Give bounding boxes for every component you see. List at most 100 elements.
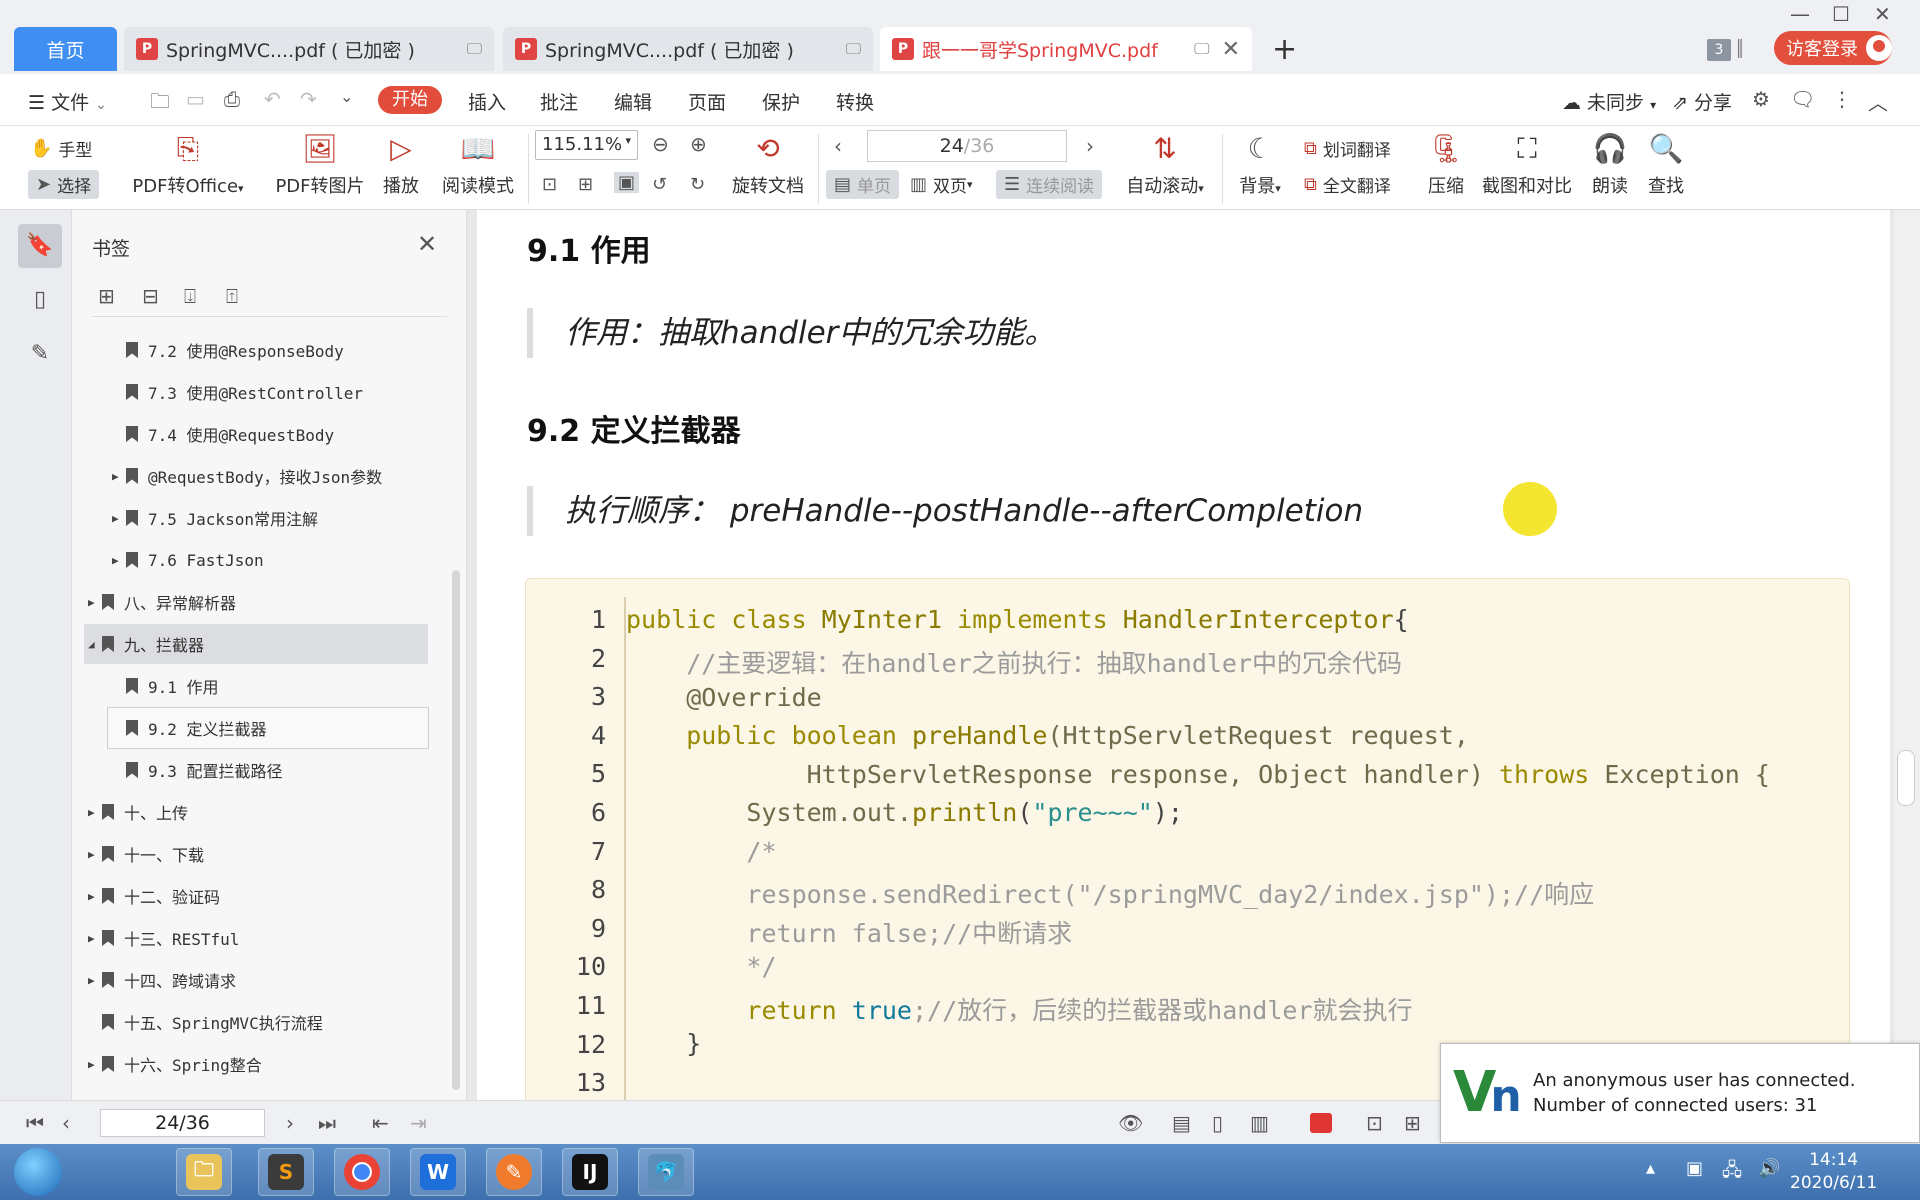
close-window-icon[interactable]: ✕	[1874, 2, 1891, 26]
full-translate-button[interactable]: ⧉ 全文翻译	[1304, 172, 1391, 197]
menu-protect[interactable]: 保护	[762, 88, 800, 115]
tab-document-1[interactable]: P SpringMVC....pdf ( 已加密 ) 🖵	[124, 27, 494, 71]
add-bookmark-icon[interactable]: ⍗	[184, 284, 196, 308]
system-clock[interactable]: 14:14 2020/6/11	[1790, 1149, 1877, 1195]
rotate-document-button[interactable]: ⟲ 旋转文档	[730, 130, 806, 198]
menu-start[interactable]: 开始	[378, 86, 442, 114]
close-tab-icon[interactable]: ✕	[1222, 37, 1240, 62]
bookmark-item[interactable]: ▶ 十一、下载	[84, 834, 428, 874]
first-page-icon[interactable]: ⏮	[26, 1111, 44, 1135]
eye-icon[interactable]: 👁	[1118, 1111, 1143, 1135]
tab-home[interactable]: 首页	[14, 27, 117, 71]
save-icon[interactable]: ▭	[186, 87, 205, 111]
tray-app-icon[interactable]: ▣	[1686, 1158, 1703, 1179]
zoom-select[interactable]: 115.11% ▾	[535, 130, 638, 160]
expand-all-icon[interactable]: ⊞	[98, 284, 115, 308]
network-icon[interactable]: 🖧	[1722, 1158, 1742, 1188]
menu-insert[interactable]: 插入	[468, 88, 506, 115]
tab-count-badge[interactable]: 3	[1707, 39, 1731, 61]
expand-arrow-icon[interactable]: ▶	[88, 1058, 102, 1071]
bookmark-item[interactable]: ▶ 十六、Spring整合	[84, 1044, 428, 1084]
bookmark-item[interactable]: 十五、SpringMVC执行流程	[84, 1002, 428, 1042]
bookmark-item[interactable]: ▶ 十二、验证码	[84, 876, 428, 916]
find-button[interactable]: 🔍 查找	[1644, 130, 1688, 198]
read-mode-button[interactable]: 📖 阅读模式	[436, 130, 520, 198]
bookmark-panel-icon[interactable]: 🔖	[18, 224, 62, 268]
zoom-in-icon[interactable]: ⊕	[690, 132, 707, 156]
single-page-button[interactable]: ▤ 单页	[826, 170, 900, 199]
background-button[interactable]: ☾ 背景▾	[1234, 130, 1286, 198]
fit-page-icon[interactable]: ⊞	[1404, 1111, 1421, 1135]
compress-button[interactable]: 🗜 压缩	[1424, 130, 1468, 198]
double-page-button[interactable]: ▥ 双页 ▾	[910, 172, 973, 197]
login-button[interactable]: 访客登录	[1774, 31, 1892, 65]
scrollbar-thumb[interactable]	[1897, 750, 1915, 806]
wps-icon[interactable]: W	[410, 1148, 466, 1196]
bookmark-item[interactable]: 9.2 定义拦截器	[107, 707, 429, 749]
new-tab-icon[interactable]: +	[1272, 32, 1297, 67]
prev-page-icon[interactable]: ‹	[62, 1111, 70, 1135]
double-page-view-icon[interactable]: ▥	[1250, 1111, 1269, 1135]
next-page-icon[interactable]: ›	[286, 1111, 294, 1135]
tab-list-icon[interactable]: ║	[1735, 39, 1745, 58]
print-icon[interactable]: ⎙	[224, 87, 240, 111]
pdf-to-image-button[interactable]: 🖼 PDF转图片	[272, 130, 368, 198]
bookmark-item[interactable]: ◢ 九、拦截器	[84, 624, 428, 664]
last-page-icon[interactable]: ⏭	[318, 1111, 336, 1135]
bookmark-item[interactable]: 9.3 配置拦截路径	[108, 750, 428, 790]
forward-icon[interactable]: ⇥	[410, 1111, 427, 1135]
maximize-icon[interactable]: ☐	[1832, 2, 1850, 26]
expand-arrow-icon[interactable]: ▶	[112, 554, 126, 567]
word-translate-button[interactable]: ⧉ 划词翻译	[1304, 136, 1391, 161]
settings-icon[interactable]: ⚙	[1752, 87, 1770, 111]
monitor-icon[interactable]: 🖵	[836, 39, 861, 59]
expand-arrow-icon[interactable]: ▶	[112, 470, 126, 483]
tray-expand-icon[interactable]: ▴	[1646, 1158, 1655, 1179]
tab-document-3[interactable]: P 跟一一哥学SpringMVC.pdf 🖵 ✕	[880, 27, 1252, 71]
tab-document-2[interactable]: P SpringMVC....pdf ( 已加密 ) 🖵	[503, 27, 873, 71]
volume-icon[interactable]: 🔊	[1758, 1158, 1780, 1179]
pdf-to-office-button[interactable]: ⎘ PDF转Office▾	[128, 130, 248, 198]
status-page-input[interactable]: 24/36	[100, 1109, 265, 1137]
play-button[interactable]: ▷ 播放	[378, 130, 424, 198]
actual-size-icon[interactable]: ⊡	[1366, 1111, 1383, 1135]
bookmark-item[interactable]: ▶ 八、异常解析器	[84, 582, 428, 622]
menu-convert[interactable]: 转换	[836, 88, 874, 115]
screenshot-compare-button[interactable]: ⛶ 截图和对比	[1480, 130, 1574, 198]
play-icon[interactable]	[1310, 1113, 1332, 1133]
sublime-text-icon[interactable]: S	[258, 1148, 314, 1196]
chrome-icon[interactable]	[334, 1148, 390, 1196]
bookmark-item[interactable]: 9.1 作用	[108, 666, 428, 706]
bookmark-item[interactable]: ▶ @RequestBody，接收Json参数	[108, 456, 428, 496]
expand-arrow-icon[interactable]: ▶	[112, 512, 126, 525]
file-explorer-icon[interactable]: 🗀	[176, 1148, 232, 1196]
expand-arrow-icon[interactable]: ▶	[88, 890, 102, 903]
open-file-icon[interactable]: 🗀	[150, 87, 170, 121]
bookmark-item[interactable]: 7.4 使用@RequestBody	[108, 414, 428, 454]
menu-file[interactable]: ☰ 文件 ⌄	[28, 88, 107, 115]
rotate-left-icon[interactable]: ↺	[652, 174, 667, 195]
monitor-icon[interactable]: 🖵	[457, 39, 482, 59]
select-tool-button[interactable]: ➤ 选择	[28, 170, 100, 199]
continuous-read-button[interactable]: ☰ 连续阅读	[996, 170, 1103, 199]
expand-arrow-icon[interactable]: ▶	[88, 974, 102, 987]
bookmark-scrollbar[interactable]	[452, 570, 460, 1090]
single-page-view-icon[interactable]: ▤	[1172, 1111, 1191, 1135]
actual-size-icon[interactable]: ⊡	[542, 174, 557, 195]
back-icon[interactable]: ⇤	[372, 1111, 389, 1135]
bookmark-item[interactable]: ▶ 十三、RESTful	[84, 918, 428, 958]
menu-page[interactable]: 页面	[688, 88, 726, 115]
close-icon[interactable]: ✕	[417, 230, 437, 258]
annotation-panel-icon[interactable]: ✎	[18, 332, 62, 376]
auto-scroll-button[interactable]: ⇅ 自动滚动▾	[1120, 130, 1210, 198]
expand-arrow-icon[interactable]: ▶	[88, 806, 102, 819]
mysql-icon[interactable]: 🐬	[638, 1148, 694, 1196]
intellij-icon[interactable]: IJ	[562, 1148, 618, 1196]
message-icon[interactable]: 🗨	[1790, 87, 1815, 111]
sync-status[interactable]: ☁ 未同步 ▾	[1562, 88, 1656, 115]
bookmark-item[interactable]: ▶ 十四、跨域请求	[84, 960, 428, 1000]
minimize-icon[interactable]: —	[1790, 2, 1810, 26]
expand-arrow-icon[interactable]: ▶	[88, 932, 102, 945]
start-button-icon[interactable]	[14, 1148, 62, 1196]
menu-annotate[interactable]: 批注	[540, 88, 578, 115]
